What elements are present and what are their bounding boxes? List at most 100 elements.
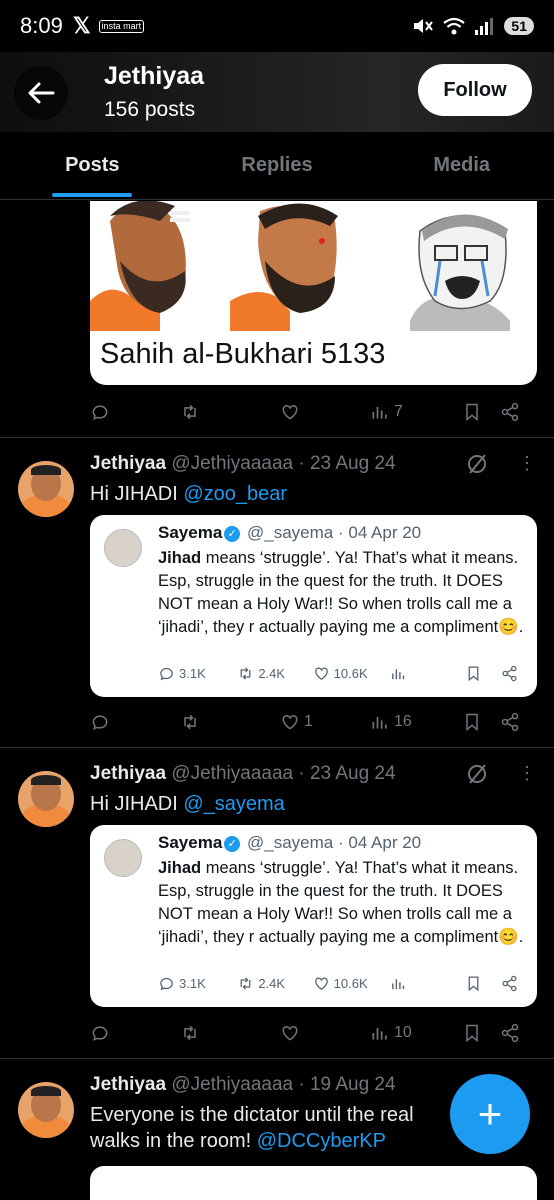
divider [0,437,554,438]
quoted-like-count: 10.6K [333,666,368,681]
share-icon [502,975,517,992]
avatar[interactable] [18,1082,74,1138]
grok-icon[interactable] [466,453,488,475]
share-icon [501,1023,519,1043]
meme-image[interactable]: Sahih al-Bukhari 5133 [90,201,537,385]
heart-icon [282,1025,298,1041]
grok-icon[interactable] [466,763,488,785]
reply-button[interactable] [90,712,180,732]
back-button[interactable] [14,66,68,120]
tweet-actions: 10 [90,1018,530,1048]
post-count: 156 posts [104,98,196,121]
views-button[interactable]: 7 [370,402,462,422]
views-button[interactable]: 16 [370,712,462,732]
divider [0,1058,554,1059]
compose-post-button[interactable]: + [450,1074,530,1154]
avatar[interactable] [18,461,74,517]
quoted-text-body: means ‘struggle’. Ya! That’s what it mea… [158,859,524,946]
quoted-author-handle: @_sayema · 04 Apr 20 [247,833,422,852]
quoted-text-body: means ‘struggle’. Ya! That’s what it mea… [158,549,524,636]
quoted-text: Jihad means ‘struggle’. Ya! That’s what … [158,857,530,949]
quoted-author-name: Sayema [158,833,223,852]
share-icon [502,665,517,682]
reply-icon [92,1026,108,1041]
quoted-tweet[interactable]: Sayema ✓ @_sayema · 04 Apr 20 Jihad means… [90,825,537,1007]
reply-icon [160,667,173,681]
views-icon [392,979,405,990]
share-icon [501,402,519,422]
tweet-actions: 7 [90,397,530,427]
timeline[interactable]: Sahih al-Bukhari 5133 7 Jethiyaa @Jethiy… [0,201,554,1200]
quoted-reply-count: 3.1K [179,666,206,681]
retweet-button[interactable] [180,402,280,422]
like-button[interactable] [280,1023,370,1043]
retweet-icon [184,404,196,420]
verified-badge-icon: ✓ [224,526,241,542]
bookmark-button[interactable] [462,402,500,422]
bookmark-icon [466,1024,478,1043]
bookmark-icon [466,713,478,732]
quoted-tweet-partial[interactable] [90,1166,537,1200]
more-options-icon[interactable]: ⋮ [518,453,536,474]
follow-button[interactable]: Follow [418,64,532,116]
quoted-retweet-count: 2.4K [258,976,286,991]
like-button[interactable]: 1 [280,712,370,732]
profile-header: Jethiyaa 156 posts Follow [0,52,554,132]
views-button[interactable]: 10 [370,1023,462,1043]
tab-posts[interactable]: Posts [0,132,185,199]
view-count: 16 [394,713,412,730]
tab-media[interactable]: Media [369,132,554,199]
tweet-text: Hi JIHADI @zoo_bear [90,481,287,507]
quoted-avatar [104,529,142,567]
quoted-retweet-count: 2.4K [258,666,286,681]
more-options-icon[interactable]: ⋮ [518,763,536,784]
mention-link[interactable]: @DCCyberKP [257,1130,386,1152]
retweet-button[interactable] [180,712,280,732]
share-button[interactable] [500,1023,520,1043]
tab-replies[interactable]: Replies [185,132,370,199]
share-button[interactable] [500,402,520,422]
battery-icon: 51 [504,17,534,35]
tweet-text: Hi JIHADI @_sayema [90,791,285,817]
quoted-header: Sayema ✓ @_sayema · 04 Apr 20 [158,833,421,853]
share-button[interactable] [500,712,520,732]
wifi-icon [443,17,466,35]
author-name[interactable]: Jethiyaa [90,1074,166,1095]
like-button[interactable] [280,402,370,422]
author-name[interactable]: Jethiyaa [90,763,166,784]
author-handle: @Jethiyaaaaa · 19 Aug 24 [171,1074,396,1095]
quoted-text-bold: Jihad [158,859,202,877]
share-icon [501,712,519,732]
quoted-text-bold: Jihad [158,549,202,567]
status-bar: 8:09 𝕏 insta mart 51 [0,0,554,52]
instamart-icon: insta mart [98,19,145,33]
view-count: 10 [394,1024,412,1041]
reply-icon [160,977,173,991]
bookmark-button[interactable] [462,1023,500,1043]
quoted-text: Jihad means ‘struggle’. Ya! That’s what … [158,547,530,639]
bookmark-button[interactable] [462,712,500,732]
quoted-tweet[interactable]: Sayema ✓ @_sayema · 04 Apr 20 Jihad means… [90,515,537,697]
quoted-like: 10.6K [313,975,390,992]
reply-button[interactable] [90,1023,180,1043]
tweet-actions: 1 16 [90,707,530,737]
profile-tabs: Posts Replies Media [0,132,554,200]
quoted-avatar [104,839,142,877]
author-name[interactable]: Jethiyaa [90,453,166,474]
mention-link[interactable]: @zoo_bear [183,483,287,505]
quoted-share [501,665,518,682]
retweet-button[interactable] [180,1023,280,1043]
reply-icon [92,405,108,420]
divider [0,747,554,748]
reply-icon [92,715,108,730]
heart-icon [314,667,328,680]
avatar[interactable] [18,771,74,827]
quoted-actions: 3.1K 2.4K 10.6K [158,975,518,992]
views-icon [372,717,387,729]
quoted-bookmark [465,975,501,992]
reply-button[interactable] [90,402,180,422]
meme-illustration [90,201,510,331]
retweet-icon [240,977,251,990]
heart-icon [282,714,298,730]
mention-link[interactable]: @_sayema [183,793,284,815]
